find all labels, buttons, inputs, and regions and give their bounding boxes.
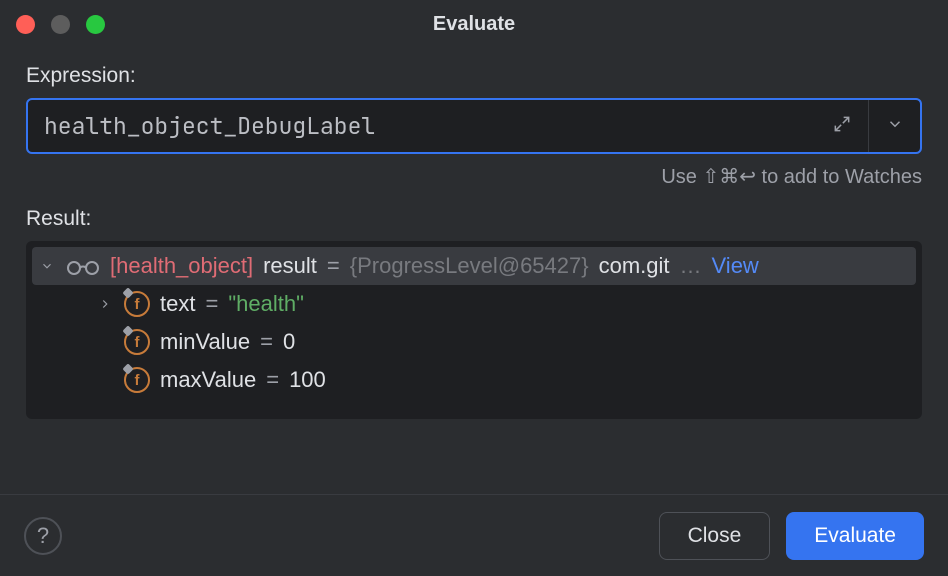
equals-sign: =: [205, 291, 218, 317]
help-icon: ?: [37, 523, 49, 549]
zoom-window-button[interactable]: [86, 15, 105, 34]
field-icon: f: [124, 291, 150, 317]
close-window-button[interactable]: [16, 15, 35, 34]
glasses-icon: [66, 256, 100, 276]
expression-label: Expression:: [26, 64, 922, 88]
expression-field-container: [26, 98, 922, 154]
chevron-down-icon: [886, 115, 904, 138]
evaluate-button[interactable]: Evaluate: [786, 512, 924, 560]
tree-field-row[interactable]: f text = "health": [26, 285, 922, 323]
field-icon: f: [124, 367, 150, 393]
result-root-row[interactable]: [health_object] result = {ProgressLevel@…: [32, 247, 916, 285]
result-var-name: result: [263, 253, 317, 279]
field-value: "health": [228, 291, 304, 317]
view-link[interactable]: View: [712, 253, 759, 279]
expression-history-dropdown[interactable]: [868, 100, 920, 152]
equals-sign: =: [266, 367, 279, 393]
tree-field-row[interactable]: f minValue = 0: [26, 323, 922, 361]
field-name: maxValue: [160, 367, 256, 393]
ellipsis: …: [680, 253, 702, 279]
expand-expression-button[interactable]: [816, 100, 868, 152]
expand-icon: [832, 114, 852, 139]
field-icon: f: [124, 329, 150, 355]
object-summary: com.git: [599, 253, 670, 279]
equals-sign: =: [327, 253, 340, 279]
titlebar: Evaluate: [0, 0, 948, 48]
field-value: 100: [289, 367, 326, 393]
help-button[interactable]: ?: [24, 517, 62, 555]
window-title: Evaluate: [0, 13, 948, 36]
equals-sign: =: [260, 329, 273, 355]
watches-hint: Use ⇧⌘↩ to add to Watches: [26, 164, 922, 189]
chevron-right-icon: [96, 297, 114, 311]
debug-label-tag: [health_object]: [110, 253, 253, 279]
field-name: text: [160, 291, 195, 317]
result-tree: [health_object] result = {ProgressLevel@…: [26, 241, 922, 419]
dialog-footer: ? Close Evaluate: [0, 494, 948, 576]
window-controls: [16, 15, 105, 34]
minimize-window-button[interactable]: [51, 15, 70, 34]
expression-input[interactable]: [28, 100, 816, 152]
close-button[interactable]: Close: [659, 512, 771, 560]
tree-field-row[interactable]: f maxValue = 100: [26, 361, 922, 399]
result-label: Result:: [26, 207, 922, 231]
field-name: minValue: [160, 329, 250, 355]
object-reference: {ProgressLevel@65427}: [350, 253, 589, 279]
chevron-down-icon: [38, 259, 56, 273]
field-value: 0: [283, 329, 295, 355]
